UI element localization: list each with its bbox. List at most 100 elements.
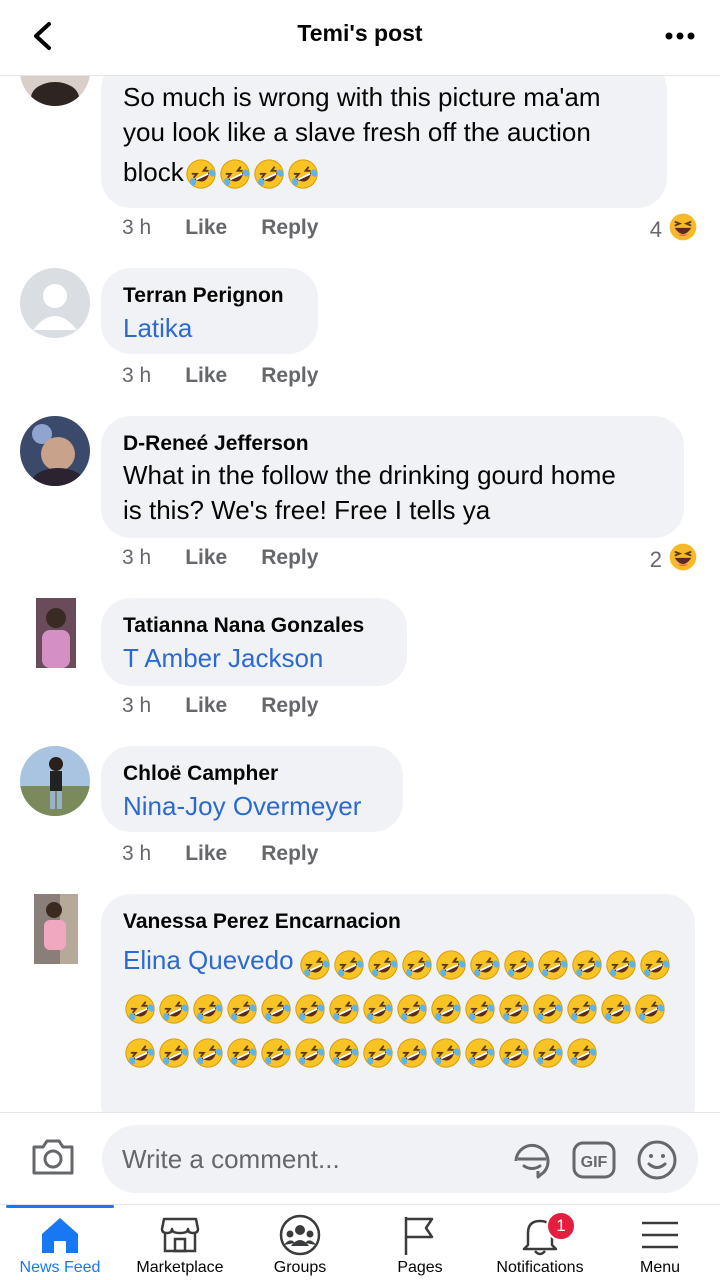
like-button[interactable]: Like xyxy=(185,842,227,866)
tab-notifications[interactable]: 1 Notifications xyxy=(480,1205,600,1280)
comment-actions: 3 h Like Reply xyxy=(122,842,318,866)
avatar[interactable] xyxy=(34,894,78,964)
camera-button[interactable] xyxy=(30,1137,80,1181)
avatar-placeholder[interactable] xyxy=(20,268,90,338)
rofl-emoji-icon xyxy=(125,1038,155,1068)
rofl-emoji-icon xyxy=(567,994,597,1024)
tab-label: Menu xyxy=(639,1259,681,1276)
laughing-reaction-icon xyxy=(668,542,698,578)
menu-icon xyxy=(642,1221,678,1249)
tab-news-feed[interactable]: News Feed xyxy=(0,1205,120,1280)
avatar[interactable] xyxy=(36,598,76,668)
rofl-emoji-icon xyxy=(402,950,432,980)
rofl-emoji-icon xyxy=(295,1038,325,1068)
avatar[interactable] xyxy=(20,416,90,486)
groups-icon xyxy=(279,1214,321,1256)
mention-link[interactable]: Elina Quevedo xyxy=(123,945,294,975)
rofl-emoji-icon xyxy=(220,159,250,189)
comment-author[interactable]: Vanessa Perez Encarnacion xyxy=(123,908,673,936)
like-button[interactable]: Like xyxy=(185,364,227,388)
rofl-emoji-icon xyxy=(193,1038,223,1068)
rofl-emoji-icon xyxy=(606,950,636,980)
rofl-emoji-icon xyxy=(640,950,670,980)
comment-composer: Write a comment... GIF xyxy=(0,1112,720,1204)
sticker-icon xyxy=(514,1143,550,1179)
like-button[interactable]: Like xyxy=(185,694,227,718)
comment-actions: 3 h Like Reply xyxy=(122,694,318,718)
comment-author[interactable]: D-Reneé Jefferson xyxy=(123,430,662,458)
reaction-summary[interactable]: 2 xyxy=(650,542,698,578)
avatar[interactable] xyxy=(20,746,90,816)
rofl-emoji-icon xyxy=(159,1038,189,1068)
reply-button[interactable]: Reply xyxy=(261,216,318,240)
rofl-emoji-icon xyxy=(125,994,155,1024)
reply-button[interactable]: Reply xyxy=(261,842,318,866)
rofl-emoji-icon xyxy=(567,1038,597,1068)
comment-bubble[interactable]: Vanessa Perez Encarnacion Elina Quevedo xyxy=(101,894,695,1112)
comment-author[interactable]: Terran Perignon xyxy=(123,282,296,310)
tab-pages[interactable]: Pages xyxy=(360,1205,480,1280)
rofl-emoji-icon xyxy=(431,1038,461,1068)
mention-link[interactable]: Nina-Joy Overmeyer xyxy=(123,788,381,824)
comment-author[interactable]: Chloë Campher xyxy=(123,760,381,788)
tab-groups[interactable]: Groups xyxy=(240,1205,360,1280)
marketplace-icon xyxy=(160,1217,200,1253)
more-options-button[interactable] xyxy=(660,18,700,54)
comment-bubble[interactable]: Chloë Campher Nina-Joy Overmeyer xyxy=(101,746,403,832)
comment-bubble[interactable]: D-Reneé Jefferson What in the follow the… xyxy=(101,416,684,538)
comment-bubble[interactable]: Terran Perignon Latika xyxy=(101,268,318,354)
comment-time: 3 h xyxy=(122,842,152,865)
rofl-emoji-icon xyxy=(334,950,364,980)
comment-actions: 3 h Like Reply xyxy=(122,364,318,388)
comment-text-line: block xyxy=(123,150,645,194)
reply-button[interactable]: Reply xyxy=(261,546,318,570)
comment-text-line: is this? We's free! Free I tells ya xyxy=(123,495,491,525)
tab-menu[interactable]: Menu xyxy=(600,1205,720,1280)
rofl-emoji-icon xyxy=(288,159,318,189)
laughing-reaction-icon xyxy=(668,212,698,248)
rofl-emoji-icon xyxy=(499,994,529,1024)
comment-text-line: So much is wrong with this picture ma'am xyxy=(123,82,601,112)
rofl-emoji-icon xyxy=(227,994,257,1024)
mention-link[interactable]: Latika xyxy=(123,310,296,346)
reply-button[interactable]: Reply xyxy=(261,694,318,718)
gif-icon: GIF xyxy=(572,1141,616,1179)
tab-label: Notifications xyxy=(496,1259,584,1276)
rofl-emoji-icon xyxy=(363,994,393,1024)
gif-button[interactable]: GIF xyxy=(572,1141,616,1179)
comment-bubble[interactable]: Tatianna Nana Gonzales T Amber Jackson xyxy=(101,598,407,686)
rofl-emoji-icon xyxy=(397,1038,427,1068)
rofl-emoji-icon xyxy=(227,1038,257,1068)
comment-input[interactable]: Write a comment... GIF xyxy=(102,1125,698,1193)
flag-icon xyxy=(404,1217,434,1255)
home-icon xyxy=(42,1218,78,1253)
rofl-emoji-icon xyxy=(431,994,461,1024)
reaction-summary[interactable]: 4 xyxy=(650,212,698,248)
rofl-emoji-icon xyxy=(186,159,216,189)
reply-button[interactable]: Reply xyxy=(261,364,318,388)
reaction-count: 4 xyxy=(649,217,662,242)
comment-time: 3 h xyxy=(122,546,152,569)
rofl-emoji-icon xyxy=(159,994,189,1024)
comment-time: 3 h xyxy=(122,694,152,717)
comment-time: 3 h xyxy=(122,364,152,387)
tab-marketplace[interactable]: Marketplace xyxy=(120,1205,240,1280)
notification-badge: 1 xyxy=(546,1211,576,1241)
like-button[interactable]: Like xyxy=(185,546,227,570)
mention-link[interactable]: T Amber Jackson xyxy=(123,640,385,676)
comment-bubble[interactable]: So much is wrong with this picture ma'am… xyxy=(101,60,667,208)
bottom-tab-bar: News Feed Marketplace Groups Pages 1 Not… xyxy=(0,1204,720,1280)
comment-text-line: you look like a slave fresh off the auct… xyxy=(123,117,591,147)
emoji-button[interactable] xyxy=(636,1139,678,1181)
rofl-emoji-icon xyxy=(538,950,568,980)
like-button[interactable]: Like xyxy=(185,216,227,240)
comment-author[interactable]: Tatianna Nana Gonzales xyxy=(123,612,385,640)
rofl-emoji-icon xyxy=(261,994,291,1024)
sticker-button[interactable] xyxy=(510,1139,554,1183)
tab-label: Marketplace xyxy=(136,1259,224,1276)
svg-text:GIF: GIF xyxy=(581,1154,608,1171)
rofl-emoji-icon xyxy=(329,1038,359,1068)
rofl-emoji-icon xyxy=(504,950,534,980)
rofl-emoji-icon xyxy=(533,994,563,1024)
comments-list: So much is wrong with this picture ma'am… xyxy=(0,0,720,1112)
